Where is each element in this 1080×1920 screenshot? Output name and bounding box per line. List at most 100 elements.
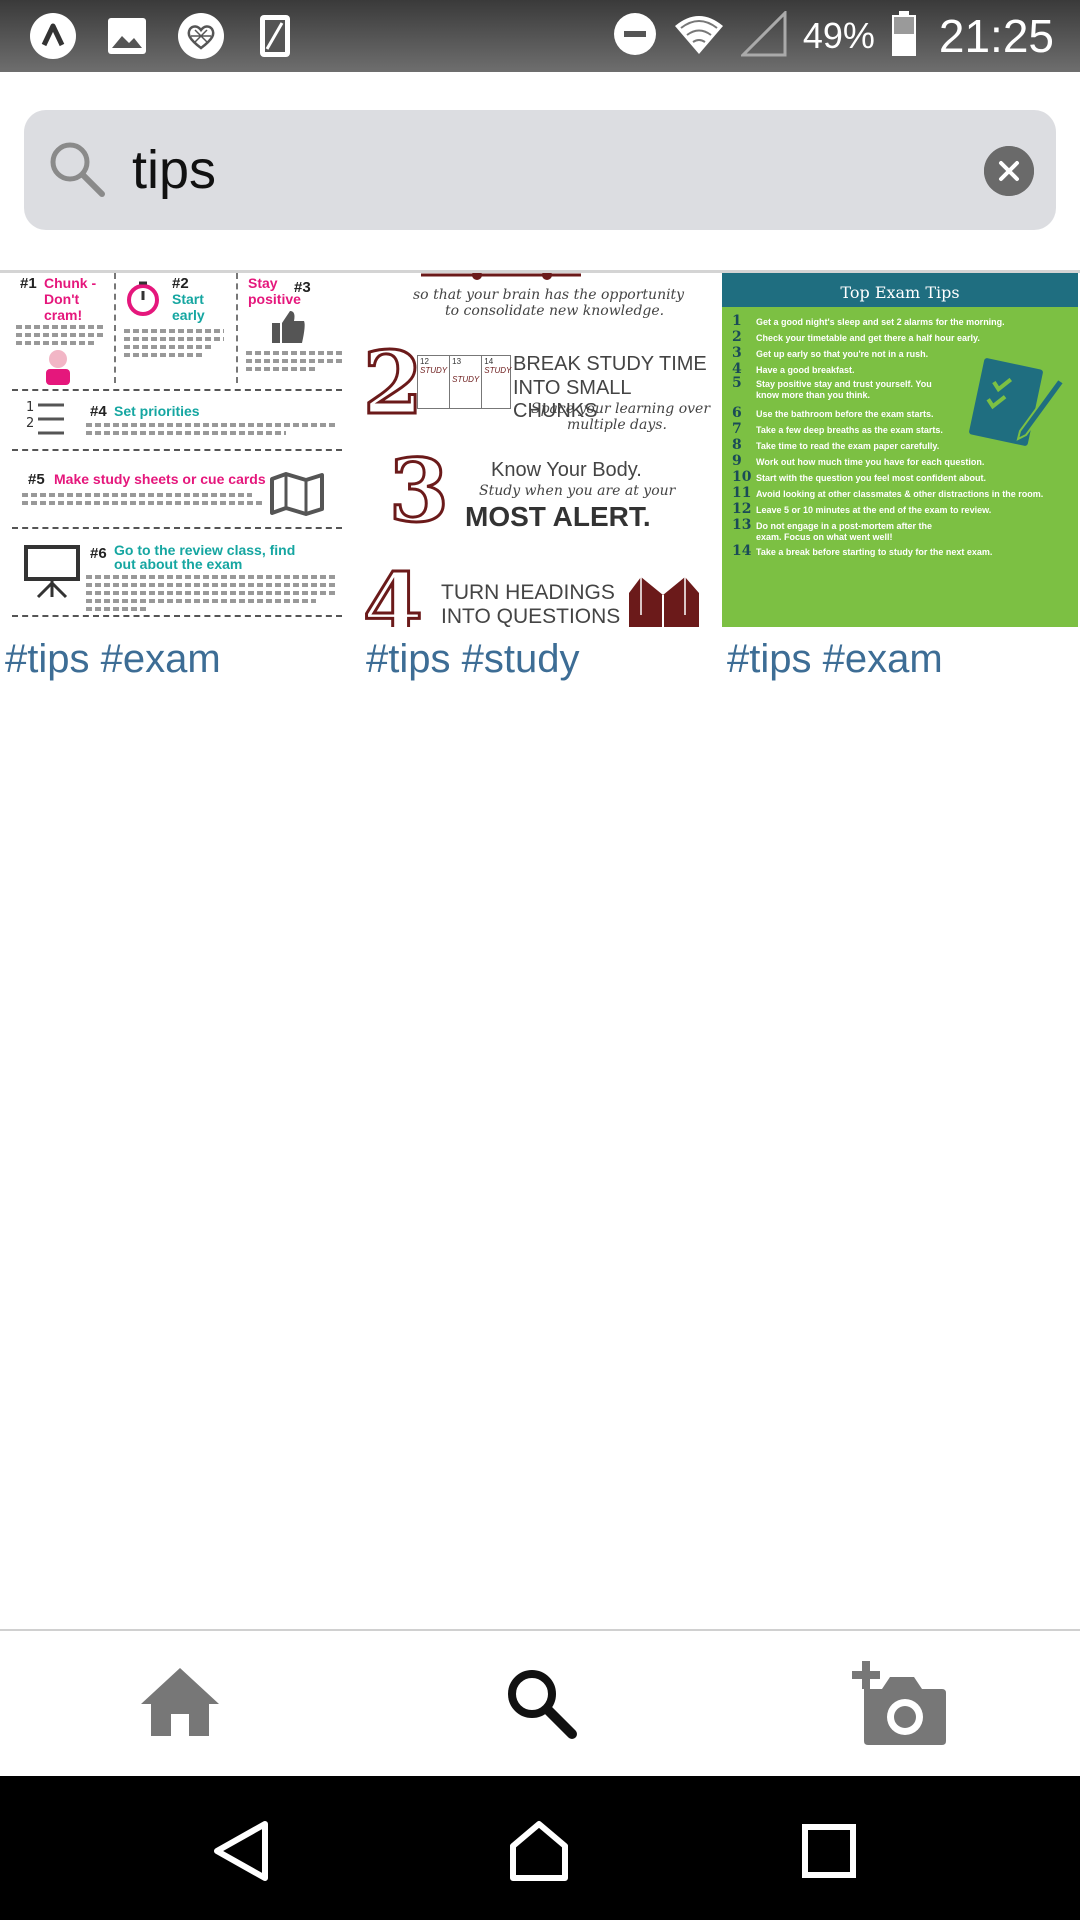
calendar-entry: STUDY [452, 375, 480, 384]
tip-text: Do not engage in a post-mortem after the… [756, 521, 933, 542]
result-hashtags[interactable]: #tips #exam [0, 627, 356, 697]
tip-row: 10 Start with the question you feel most … [732, 469, 1072, 485]
result-thumbnail[interactable]: #1 Chunk - Don't cram! #2 Start early St… [0, 273, 356, 627]
tip-number: 6 [732, 405, 742, 421]
tip-number: #1 [20, 275, 37, 292]
checklist-icon [969, 358, 1066, 446]
open-book-icon [629, 577, 699, 627]
paragraph-line: to consolidate new knowledge. [445, 303, 665, 319]
battery-percentage: 49% [802, 15, 875, 56]
tip-number: 5 [732, 375, 742, 391]
calendar-day: 12 [420, 357, 429, 366]
back-icon [214, 1821, 268, 1881]
tip-label: Start early [172, 291, 205, 323]
tablet-icon [250, 12, 300, 60]
tip-number: #4 [90, 403, 107, 420]
thumbs-up-icon [272, 311, 305, 343]
svg-text:2: 2 [26, 416, 34, 431]
step-subtext: Space your learning over [531, 401, 711, 417]
step-heading: BREAK STUDY TIME [513, 353, 707, 375]
nav-add-photo-button[interactable] [850, 1657, 950, 1747]
clear-icon [984, 146, 1034, 196]
tip-text: Take a break before starting to study fo… [756, 547, 993, 557]
result-item[interactable]: #1 Chunk - Don't cram! #2 Start early St… [0, 273, 356, 697]
search-icon [508, 1670, 577, 1739]
tip-number: 1 [732, 313, 742, 329]
back-button[interactable] [196, 1806, 286, 1896]
tip-row: 13 Do not engage in a post-mortem after t… [732, 517, 1072, 543]
calendar-day: 14 [484, 357, 494, 366]
tip-text: Get a good night's sleep and set 2 alarm… [756, 317, 1005, 327]
add-photo-icon [852, 1661, 946, 1745]
cellular-icon [739, 8, 787, 62]
calendar-entry: STUDY [420, 366, 448, 375]
tip-label: Set priorities [114, 403, 200, 419]
step-heading: Know Your Body. [491, 459, 642, 481]
nav-search-button[interactable] [490, 1657, 590, 1747]
decor-line [421, 273, 581, 280]
tip-text: Get up early so that you're not in a rus… [756, 349, 929, 359]
search-box[interactable] [24, 110, 1056, 230]
system-indicators: 49% 21:25 [613, 8, 1054, 64]
tip-number: 14 [732, 543, 752, 559]
result-item[interactable]: Top Exam Tips 1 Get a good night's sleep … [722, 273, 1078, 697]
search-icon [46, 138, 110, 202]
tip-text: Check your timetable and get there a hal… [756, 333, 980, 343]
step-heading: TURN HEADINGS [441, 581, 615, 604]
tip-number: 11 [732, 485, 752, 501]
bottom-nav [0, 1631, 1080, 1776]
step-subtext: multiple days. [567, 417, 667, 433]
gallery-icon [102, 12, 152, 60]
status-bar: 49% 21:25 [0, 0, 1080, 72]
step-number: 4 [362, 554, 425, 628]
heart-badge-icon [176, 12, 226, 60]
tip-number: 13 [732, 517, 752, 533]
tip-row: 2 Check your timetable and get there a ha… [732, 329, 1072, 345]
step-number: 3 [388, 440, 451, 544]
paragraph-line: so that your brain has the opportunity [413, 287, 685, 303]
notification-icons [28, 12, 300, 60]
nav-home-button[interactable] [130, 1657, 230, 1747]
screen: 49% 21:25 #1 Chunk - Don't cram! [0, 0, 1080, 1920]
tip-number: 9 [732, 453, 742, 469]
result-thumbnail[interactable]: Top Exam Tips 1 Get a good night's sleep … [722, 273, 1078, 627]
app-a-icon [28, 12, 78, 60]
tip-text: Avoid looking at other classmates & othe… [756, 489, 1044, 499]
result-hashtags[interactable]: #tips #exam [722, 627, 1078, 697]
recents-button[interactable] [784, 1806, 874, 1896]
system-home-button[interactable] [494, 1806, 584, 1896]
clear-search-button[interactable] [984, 146, 1034, 196]
step-heading: MOST ALERT. [465, 501, 651, 532]
tip-text: Work out how much time you have for each… [756, 457, 985, 467]
wifi-icon [673, 12, 725, 61]
student-icon [46, 350, 70, 385]
search-header [0, 72, 1080, 272]
tip-label: Go to the review class, find out about t… [114, 542, 296, 572]
system-nav-bar [0, 1776, 1080, 1920]
tip-text: Start with the question you feel most co… [756, 473, 987, 483]
result-thumbnail[interactable]: so that your brain has the opportunity t… [361, 273, 717, 627]
step-number: 2 [362, 332, 425, 436]
do-not-disturb-icon [613, 12, 657, 61]
recents-icon [802, 1824, 856, 1878]
step-subtext: Study when you are at your [479, 483, 676, 499]
result-hashtags[interactable]: #tips #study [361, 627, 717, 697]
tip-label: Chunk - Don't cram! [44, 275, 97, 323]
results-grid: #1 Chunk - Don't cram! #2 Start early St… [0, 273, 1080, 697]
clock: 21:25 [938, 10, 1054, 62]
tip-text: Leave 5 or 10 minutes at the end of the … [756, 505, 992, 515]
search-input[interactable] [132, 134, 892, 206]
home-icon [510, 1821, 568, 1881]
tip-number: #3 [294, 279, 311, 296]
result-item[interactable]: so that your brain has the opportunity t… [361, 273, 717, 697]
tip-text: Stay positive stay and trust yourself. Y… [756, 379, 932, 400]
battery-icon [891, 10, 917, 62]
tip-number: #6 [90, 545, 107, 562]
tip-label: Make study sheets or cue cards [54, 471, 266, 487]
tip-row: 14 Take a break before starting to study … [732, 543, 1072, 559]
svg-text:1: 1 [26, 400, 34, 415]
tip-number: 10 [732, 469, 752, 485]
tip-row: 11 Avoid looking at other classmates & ot… [732, 485, 1072, 501]
calendar-entry: STUDY [484, 366, 512, 375]
tip-text: Take a few deep breaths as the exam star… [756, 425, 943, 435]
